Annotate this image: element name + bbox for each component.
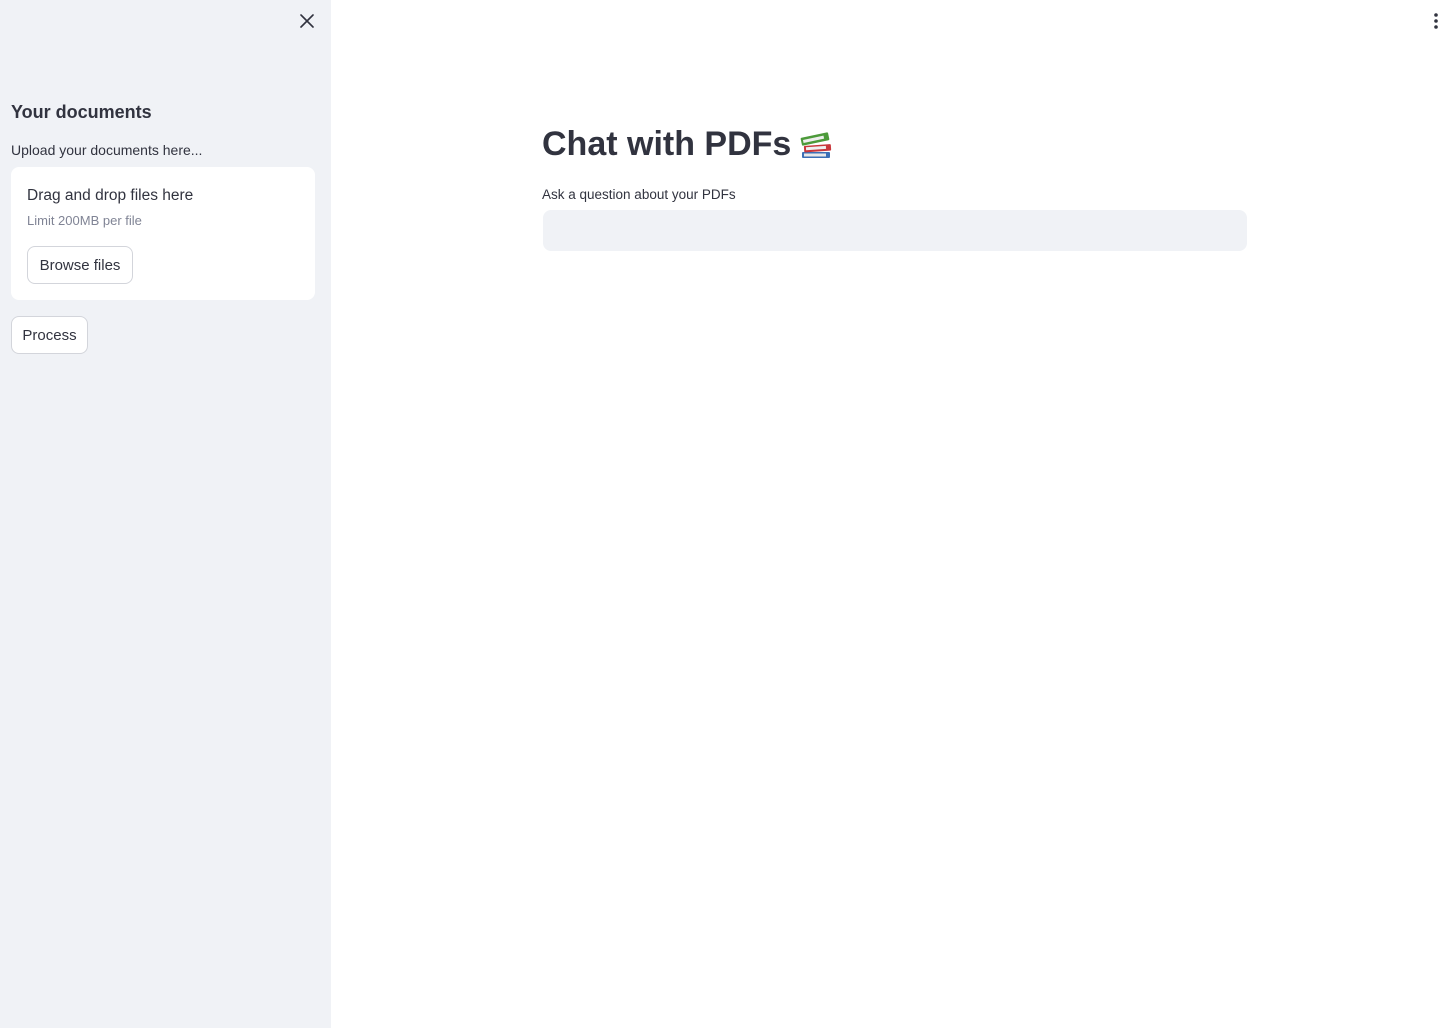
dropzone-limit: Limit 200MB per file [27,213,142,228]
dropzone-title: Drag and drop files here [27,187,194,204]
browse-files-button[interactable]: Browse files [27,246,133,284]
app-root: Your documents Upload your documents her… [0,0,1453,1028]
process-button[interactable]: Process [11,316,88,354]
books-icon [801,132,832,158]
close-icon [300,14,314,28]
question-label: Ask a question about your PDFs [542,187,736,202]
main-menu-button[interactable] [1428,10,1444,32]
question-input[interactable] [543,210,1247,251]
page-title: Chat with PDFs [542,122,833,166]
kebab-menu-icon [1434,13,1438,29]
upload-label: Upload your documents here... [11,142,203,158]
file-dropzone[interactable]: Drag and drop files here Limit 200MB per… [11,167,315,300]
sidebar: Your documents Upload your documents her… [0,0,331,1028]
close-sidebar-button[interactable] [296,10,318,32]
page-title-text: Chat with PDFs [542,125,792,163]
sidebar-title: Your documents [11,102,152,122]
